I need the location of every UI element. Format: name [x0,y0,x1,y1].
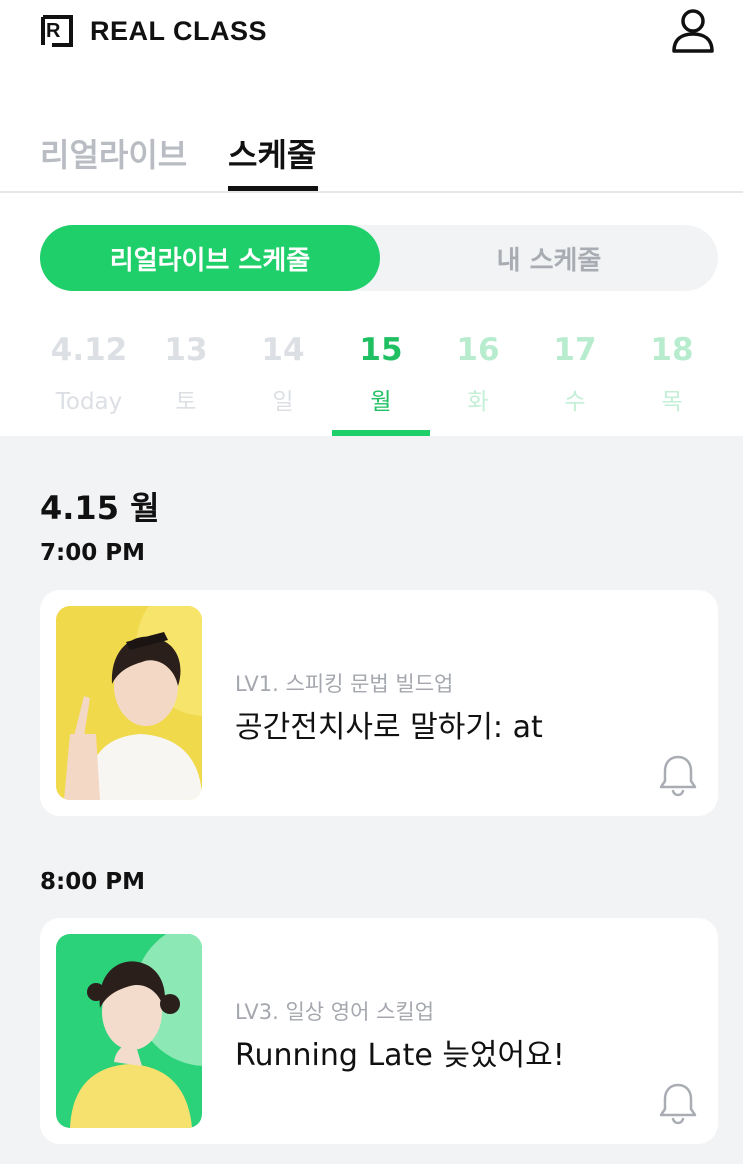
main-tabs: 리얼라이브 스케줄 [0,110,743,193]
class-card[interactable]: LV1. 스피킹 문법 빌드업 공간전치사로 말하기: at [40,590,718,816]
teacher-photo [56,934,202,1128]
segment-real-live-schedule[interactable]: 리얼라이브 스케줄 [40,225,380,291]
day-number: 14 [261,332,305,368]
schedule-list: 4.15 월 7:00 PM LV1. 스피킹 문법 빌드업 공간전치사로 말하… [0,436,743,1164]
logo-letter: R [46,20,61,42]
bell-icon[interactable] [656,753,700,797]
day-item-16[interactable]: 16 화 [429,325,527,437]
day-item-4-12[interactable]: 4.12 Today [40,325,138,437]
day-label: 화 [467,389,489,415]
teacher-photo [56,606,202,800]
logo[interactable]: R REAL CLASS [40,14,267,48]
day-item-18[interactable]: 18 목 [623,325,721,437]
class-level: LV3. 일상 영어 스킬업 [235,1000,435,1024]
segment-my-schedule[interactable]: 내 스케줄 [380,225,718,291]
schedule-segment-control: 리얼라이브 스케줄 내 스케줄 [40,225,718,291]
class-card[interactable]: LV3. 일상 영어 스킬업 Running Late 늦었어요! [40,918,718,1144]
day-number: 16 [456,332,500,368]
time-heading: 7:00 PM [40,540,145,566]
day-number: 15 [359,332,403,368]
day-item-14[interactable]: 14 일 [234,325,332,437]
class-title: 공간전치사로 말하기: at [235,710,543,745]
day-label: 목 [661,389,683,415]
logo-mark-icon: R [40,14,74,48]
day-item-17[interactable]: 17 수 [526,325,624,437]
day-label: 월 [370,389,392,415]
person-icon[interactable] [670,8,716,54]
day-number: 4.12 [50,332,128,368]
bell-icon[interactable] [656,1081,700,1125]
day-label: 토 [175,389,197,415]
day-number: 18 [650,332,694,368]
tab-active-indicator [228,186,318,191]
app-header: R REAL CLASS [0,0,743,70]
day-label: 수 [564,389,586,415]
tab-real-live[interactable]: 리얼라이브 [40,130,187,176]
logo-text: REAL CLASS [90,15,268,46]
tab-schedule[interactable]: 스케줄 [228,130,316,176]
class-title: Running Late 늦었어요! [235,1038,565,1073]
time-heading: 8:00 PM [40,869,145,895]
day-label: 일 [272,389,294,415]
day-picker: 4.12 Today 13 토 14 일 15 월 16 화 17 수 18 목 [40,325,720,437]
day-number: 13 [164,332,208,368]
day-item-13[interactable]: 13 토 [137,325,235,437]
date-heading: 4.15 월 [40,489,160,527]
day-label: Today [55,389,123,415]
day-item-15[interactable]: 15 월 [332,325,430,437]
class-level: LV1. 스피킹 문법 빌드업 [235,672,454,696]
day-number: 17 [553,332,597,368]
